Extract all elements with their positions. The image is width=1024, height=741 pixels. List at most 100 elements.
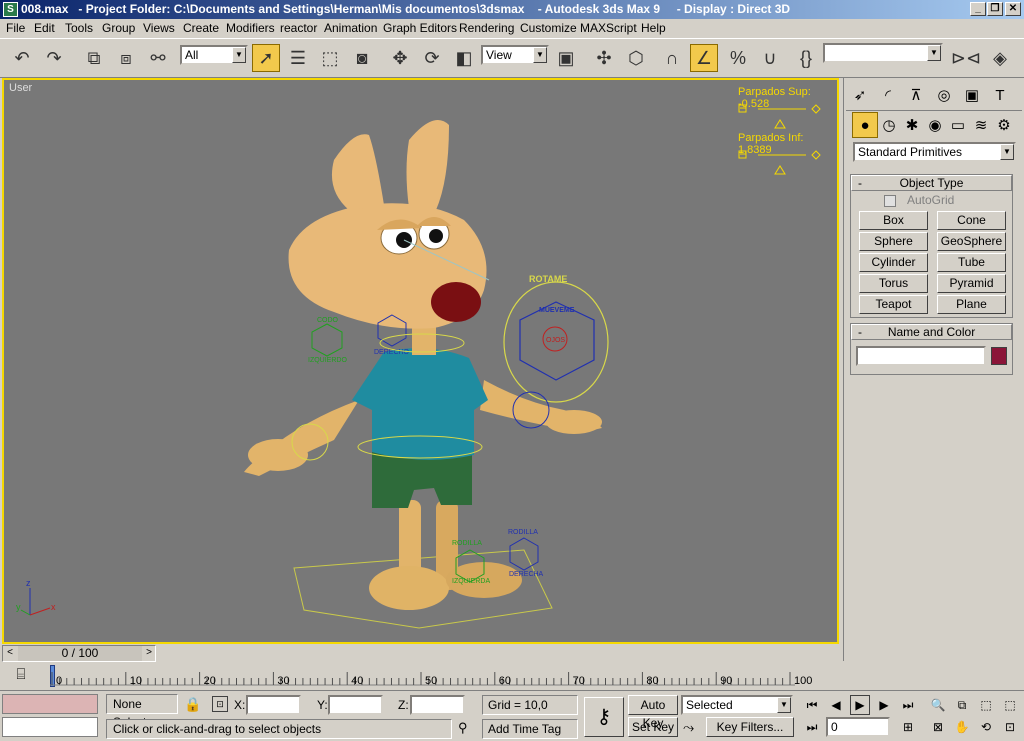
- object-color-swatch[interactable]: [991, 347, 1007, 365]
- window-crossing-icon[interactable]: ◙: [348, 44, 376, 72]
- menu-maxscript[interactable]: MAXScript: [580, 21, 637, 35]
- selection-filter-dropdown[interactable]: All ▼: [180, 45, 248, 65]
- close-button[interactable]: ✕: [1005, 2, 1021, 16]
- torus-button[interactable]: Torus: [859, 274, 928, 293]
- set-key-icon[interactable]: ⚷: [584, 697, 624, 737]
- autogrid-checkbox[interactable]: [884, 195, 896, 207]
- angle-snap-icon[interactable]: ∠: [690, 44, 718, 72]
- zoom-all-icon[interactable]: ⧉: [952, 695, 972, 715]
- default-tangent-icon[interactable]: ⤳: [683, 719, 694, 736]
- time-prev-icon[interactable]: <: [3, 646, 17, 661]
- keyboard-shortcut-override-icon[interactable]: ⬡: [622, 44, 650, 72]
- hierarchy-tab-icon[interactable]: ⊼: [903, 82, 929, 108]
- cone-button[interactable]: Cone: [937, 211, 1006, 230]
- knee-right-control[interactable]: [509, 537, 539, 571]
- time-configuration-icon[interactable]: ⊞: [898, 717, 918, 737]
- current-frame-input[interactable]: 0: [826, 717, 890, 737]
- pivot-center-icon[interactable]: ▣: [552, 44, 580, 72]
- add-time-tag-button[interactable]: Add Time Tag: [482, 719, 578, 739]
- select-object-icon[interactable]: ➚: [252, 44, 280, 72]
- select-manipulate-icon[interactable]: ✣: [590, 44, 618, 72]
- zoom-extents-all-icon[interactable]: ⬚: [1000, 695, 1020, 715]
- select-and-link-icon[interactable]: ⧉: [80, 44, 108, 72]
- go-to-start-icon[interactable]: ⏮: [802, 695, 822, 715]
- pan-icon[interactable]: ✋: [952, 717, 972, 737]
- maxscript-listener-mini[interactable]: [2, 694, 98, 714]
- box-button[interactable]: Box: [859, 211, 928, 230]
- menu-file[interactable]: File: [6, 21, 25, 35]
- frame-display[interactable]: 0 / 100: [18, 646, 142, 661]
- zoom-icon[interactable]: 🔍: [928, 695, 948, 715]
- cylinder-button[interactable]: Cylinder: [859, 253, 928, 272]
- redo-icon[interactable]: ↷: [40, 44, 68, 72]
- x-coordinate-input[interactable]: [246, 695, 301, 715]
- utilities-tab-icon[interactable]: T: [987, 82, 1013, 108]
- menu-rendering[interactable]: Rendering: [459, 21, 514, 35]
- app-icon[interactable]: S: [3, 2, 18, 17]
- curve-editor-mini-icon[interactable]: ⌸: [8, 666, 34, 686]
- z-coordinate-input[interactable]: [410, 695, 465, 715]
- percent-snap-icon[interactable]: %: [724, 44, 752, 72]
- y-coordinate-input[interactable]: [328, 695, 383, 715]
- time-tag-icon[interactable]: ⚲: [458, 720, 468, 736]
- time-slider[interactable]: < 0 / 100 >: [2, 645, 156, 662]
- trackbar[interactable]: ⌸ 0 10 20 30 40 50 60 70 80 90 100: [0, 662, 843, 690]
- unlink-icon[interactable]: ⧈: [112, 44, 140, 72]
- menu-create[interactable]: Create: [183, 21, 219, 35]
- spinner-snap-icon[interactable]: ∪: [756, 44, 784, 72]
- absolute-mode-icon[interactable]: ⊡: [212, 696, 228, 712]
- tube-button[interactable]: Tube: [937, 253, 1006, 272]
- arc-rotate-icon[interactable]: ⟲: [976, 717, 996, 737]
- modify-tab-icon[interactable]: ◜: [875, 82, 901, 108]
- object-name-input[interactable]: [856, 346, 986, 366]
- display-tab-icon[interactable]: ▣: [959, 82, 985, 108]
- menu-help[interactable]: Help: [641, 21, 666, 35]
- zoom-extents-icon[interactable]: ⬚: [976, 695, 996, 715]
- key-mode-dropdown[interactable]: Selected ▼: [681, 695, 793, 715]
- minimize-button[interactable]: _: [970, 2, 986, 16]
- geosphere-button[interactable]: GeoSphere: [937, 232, 1006, 251]
- maximize-button[interactable]: ❐: [987, 2, 1003, 16]
- geometry-category-icon[interactable]: ●: [852, 112, 878, 138]
- named-selection-field[interactable]: ▼: [823, 43, 943, 63]
- select-and-rotate-icon[interactable]: ⟳: [418, 44, 446, 72]
- snaps-toggle-icon[interactable]: ∩: [658, 44, 686, 72]
- set-key-button[interactable]: Set Key: [628, 717, 678, 737]
- play-icon[interactable]: ▶: [850, 695, 870, 715]
- viewport-user[interactable]: User Parpados Sup: -0.528 Parpados Inf: …: [2, 78, 839, 644]
- next-frame-icon[interactable]: ▶: [874, 695, 894, 715]
- motion-tab-icon[interactable]: ◎: [931, 82, 957, 108]
- key-mode-toggle-icon[interactable]: ⏭: [802, 717, 822, 737]
- reference-coord-dropdown[interactable]: View ▼: [481, 45, 549, 65]
- plane-button[interactable]: Plane: [937, 295, 1006, 314]
- menu-reactor[interactable]: reactor: [280, 21, 317, 35]
- teapot-button[interactable]: Teapot: [859, 295, 928, 314]
- time-next-icon[interactable]: >: [142, 646, 156, 661]
- character-scene[interactable]: ROTAME MUEVEME OJOS CODO IZQUIERDO DEREC…: [4, 80, 837, 642]
- menu-animation[interactable]: Animation: [324, 21, 377, 35]
- pyramid-button[interactable]: Pyramid: [937, 274, 1006, 293]
- sphere-button[interactable]: Sphere: [859, 232, 928, 251]
- auto-key-button[interactable]: Auto Key: [628, 695, 678, 730]
- menu-views[interactable]: Views: [143, 21, 175, 35]
- select-by-name-icon[interactable]: ☰: [284, 44, 312, 72]
- menu-group[interactable]: Group: [102, 21, 135, 35]
- menu-graph-editors[interactable]: Graph Editors: [383, 21, 457, 35]
- undo-icon[interactable]: ↶: [8, 44, 36, 72]
- name-and-color-header[interactable]: - Name and Color: [851, 324, 1012, 340]
- align-icon[interactable]: ◈: [986, 44, 1014, 72]
- menu-edit[interactable]: Edit: [34, 21, 55, 35]
- menu-tools[interactable]: Tools: [65, 21, 93, 35]
- field-of-view-icon[interactable]: ⊠: [928, 717, 948, 737]
- object-type-header[interactable]: - Object Type: [851, 175, 1012, 191]
- maxscript-input-mini[interactable]: [2, 717, 98, 737]
- menu-customize[interactable]: Customize: [520, 21, 577, 35]
- lock-selection-icon[interactable]: 🔒: [184, 696, 201, 713]
- menu-modifiers[interactable]: Modifiers: [226, 21, 275, 35]
- mirror-icon[interactable]: ⊳⊲: [951, 44, 981, 72]
- select-and-scale-icon[interactable]: ◧: [450, 44, 478, 72]
- elbow-left-control[interactable]: [311, 323, 343, 357]
- edit-named-selection-icon[interactable]: {}: [792, 44, 820, 72]
- previous-frame-icon[interactable]: ◀: [826, 695, 846, 715]
- primitives-category-dropdown[interactable]: Standard Primitives ▼: [853, 142, 1016, 162]
